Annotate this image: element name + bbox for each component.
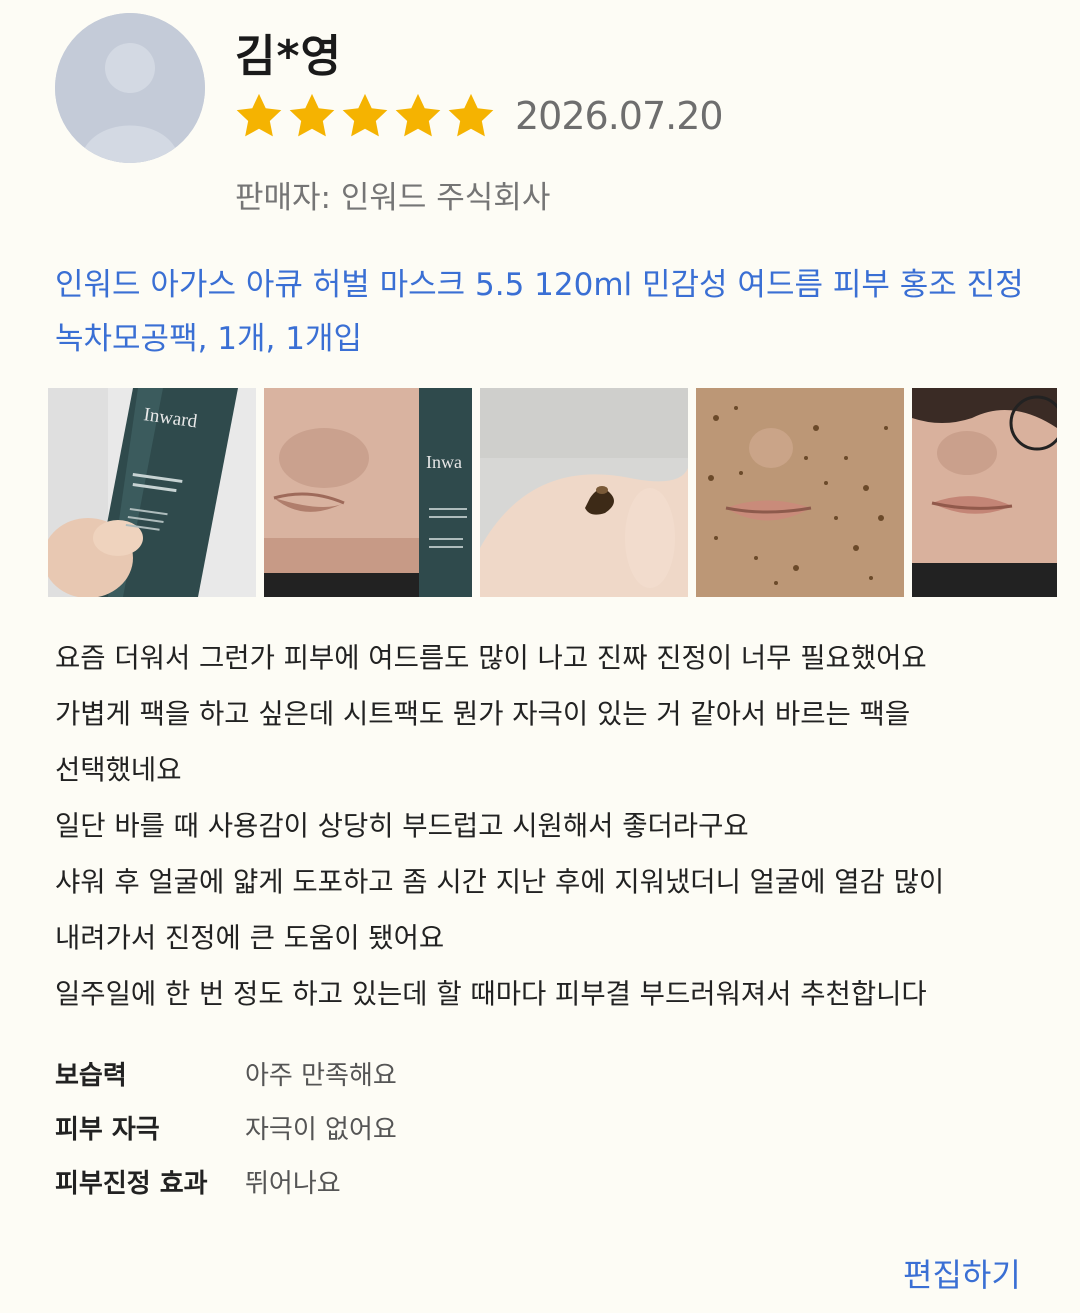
- palm-photo: [480, 388, 688, 597]
- tube-brand-text-2: Inwa: [426, 452, 462, 472]
- survey-label: 피부진정 효과: [55, 1168, 208, 1199]
- star-icon: [445, 90, 497, 142]
- survey-row: 피부진정 효과 뛰어나요: [55, 1154, 397, 1208]
- survey-table: 보습력 아주 만족해요피부 자극 자극이 없어요피부진정 효과 뛰어나요: [55, 1046, 397, 1208]
- face-after-photo: [912, 388, 1057, 597]
- review-line: 가볍게 팩을 하고 싶은데 시트팩도 뭔가 자극이 있는 거 같아서 바르는 팩…: [55, 698, 911, 730]
- review-photo-5[interactable]: [912, 388, 1057, 597]
- review-line: 일주일에 한 번 정도 하고 있는데 할 때마다 피부결 부드러워져서 추천합니…: [55, 978, 927, 1010]
- face-photo: Inwa: [264, 388, 472, 597]
- review-line: 샤워 후 얼굴에 얇게 도포하고 좀 시간 지난 후에 지워냈더니 얼굴에 열감…: [55, 866, 945, 898]
- survey-value: 뛰어나요: [245, 1168, 341, 1199]
- seller-label: 판매자: 인워드 주식회사: [235, 180, 551, 216]
- review-text: 요즘 더워서 그런가 피부에 여드름도 많이 나고 진짜 진정이 너무 필요했어…: [55, 630, 1055, 1022]
- survey-label: 피부 자극: [55, 1114, 160, 1145]
- tube-photo: Inward: [48, 388, 256, 597]
- survey-value: 자극이 없어요: [245, 1114, 397, 1145]
- review-line: 내려가서 진정에 큰 도움이 됐어요: [55, 922, 445, 954]
- reviewer-name: 김*영: [235, 31, 342, 82]
- review-line: 일단 바를 때 사용감이 상당히 부드럽고 시원해서 좋더라구요: [55, 810, 749, 842]
- product-link[interactable]: 인워드 아가스 아큐 허벌 마스크 5.5 120ml 민감성 여드름 피부 홍…: [55, 258, 1035, 366]
- avatar: [55, 13, 205, 163]
- survey-row: 보습력 아주 만족해요: [55, 1046, 397, 1100]
- review-date: 2026.07.20: [515, 94, 724, 138]
- mask-face-photo: [696, 388, 904, 597]
- survey-label: 보습력: [55, 1060, 127, 1091]
- review-card: 김*영 2026.07.20 판매자: 인워드 주식회사 인워드 아가스 아큐 …: [0, 0, 1080, 1313]
- review-photo-4[interactable]: [696, 388, 904, 597]
- person-silhouette-icon: [55, 13, 205, 163]
- star-icon: [286, 90, 338, 142]
- survey-row: 피부 자극 자극이 없어요: [55, 1100, 397, 1154]
- star-icon: [392, 90, 444, 142]
- star-rating: [233, 90, 498, 142]
- star-icon: [233, 90, 285, 142]
- review-photo-2[interactable]: Inwa: [264, 388, 472, 597]
- seller-info: 판매자: 인워드 주식회사: [235, 172, 550, 217]
- review-photo-3[interactable]: [480, 388, 688, 597]
- edit-button[interactable]: 편집하기: [903, 1250, 1021, 1296]
- survey-value: 아주 만족해요: [245, 1060, 397, 1091]
- review-photo-1[interactable]: Inward: [48, 388, 256, 597]
- photo-strip: Inward Inwa: [48, 388, 1057, 597]
- review-line: 선택했네요: [55, 754, 182, 786]
- review-line: 요즘 더워서 그런가 피부에 여드름도 많이 나고 진짜 진정이 너무 필요했어…: [55, 642, 927, 674]
- star-icon: [339, 90, 391, 142]
